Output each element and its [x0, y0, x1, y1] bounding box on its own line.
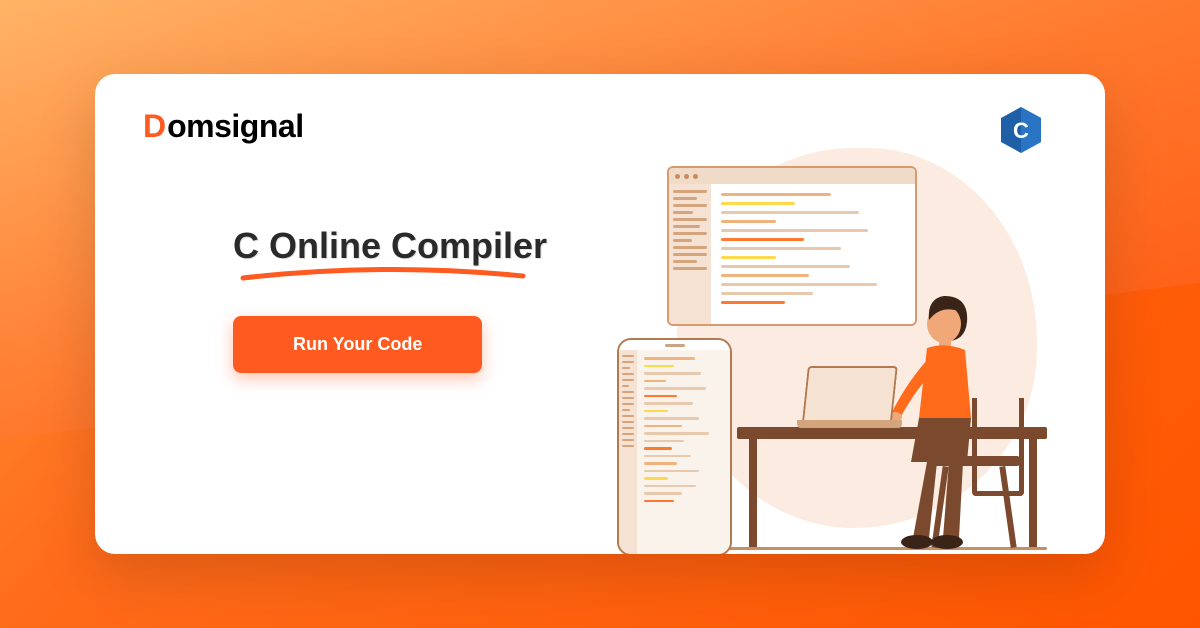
coding-illustration	[577, 138, 1057, 554]
page-title: C Online Compiler	[233, 225, 547, 267]
brand-logo: Domsignal	[143, 108, 577, 145]
logo-letter-d: D	[143, 108, 165, 145]
phone-graphic	[617, 338, 732, 554]
hero-section: C Online Compiler Run Your Code	[143, 225, 577, 373]
person-graphic	[889, 286, 1029, 554]
title-underline	[233, 266, 533, 284]
right-column: C	[577, 108, 1057, 520]
monitor-graphic	[667, 166, 917, 326]
left-column: Domsignal C Online Compiler Run Your Cod…	[143, 108, 577, 520]
laptop-graphic	[797, 366, 902, 428]
hero-card: Domsignal C Online Compiler Run Your Cod…	[95, 74, 1105, 554]
run-code-button[interactable]: Run Your Code	[233, 316, 482, 373]
logo-text: omsignal	[167, 108, 303, 145]
